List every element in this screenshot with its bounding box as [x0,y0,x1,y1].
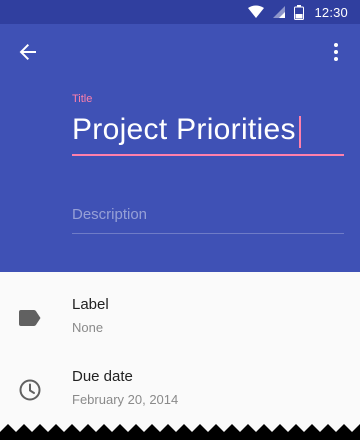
title-input[interactable]: Project Priorities [72,112,344,156]
description-field[interactable]: Description [72,206,344,234]
label-tag-icon [18,306,42,330]
description-placeholder: Description [72,206,148,223]
clock-icon [18,378,42,402]
torn-paper-edge [0,424,360,440]
title-field[interactable]: Title Project Priorities [72,92,344,156]
label-row-value: None [72,320,104,335]
label-row-title: Label [72,296,109,313]
status-time: 12:30 [314,4,348,20]
due-date-row-title: Due date [72,368,133,385]
edit-task-screen: 12:30 Title Project Priorities Descripti… [0,0,360,440]
more-vert-icon [334,43,338,61]
title-field-label: Title [72,93,93,105]
status-bar: 12:30 [0,0,360,24]
task-header: Title Project Priorities Description [0,24,360,272]
text-cursor [298,116,301,148]
back-button[interactable] [12,36,44,68]
title-input-value: Project Priorities [72,113,296,146]
task-details: Label None Due date February 20, 2014 [0,272,360,440]
label-row[interactable]: Label None [0,290,360,362]
arrow-back-icon [19,44,36,60]
overflow-menu-button[interactable] [324,36,348,68]
due-date-row-value: February 20, 2014 [72,392,179,407]
wifi-icon [248,5,265,18]
battery-icon [294,4,305,20]
status-icons: 12:30 [248,0,348,24]
signal-icon [273,6,286,18]
